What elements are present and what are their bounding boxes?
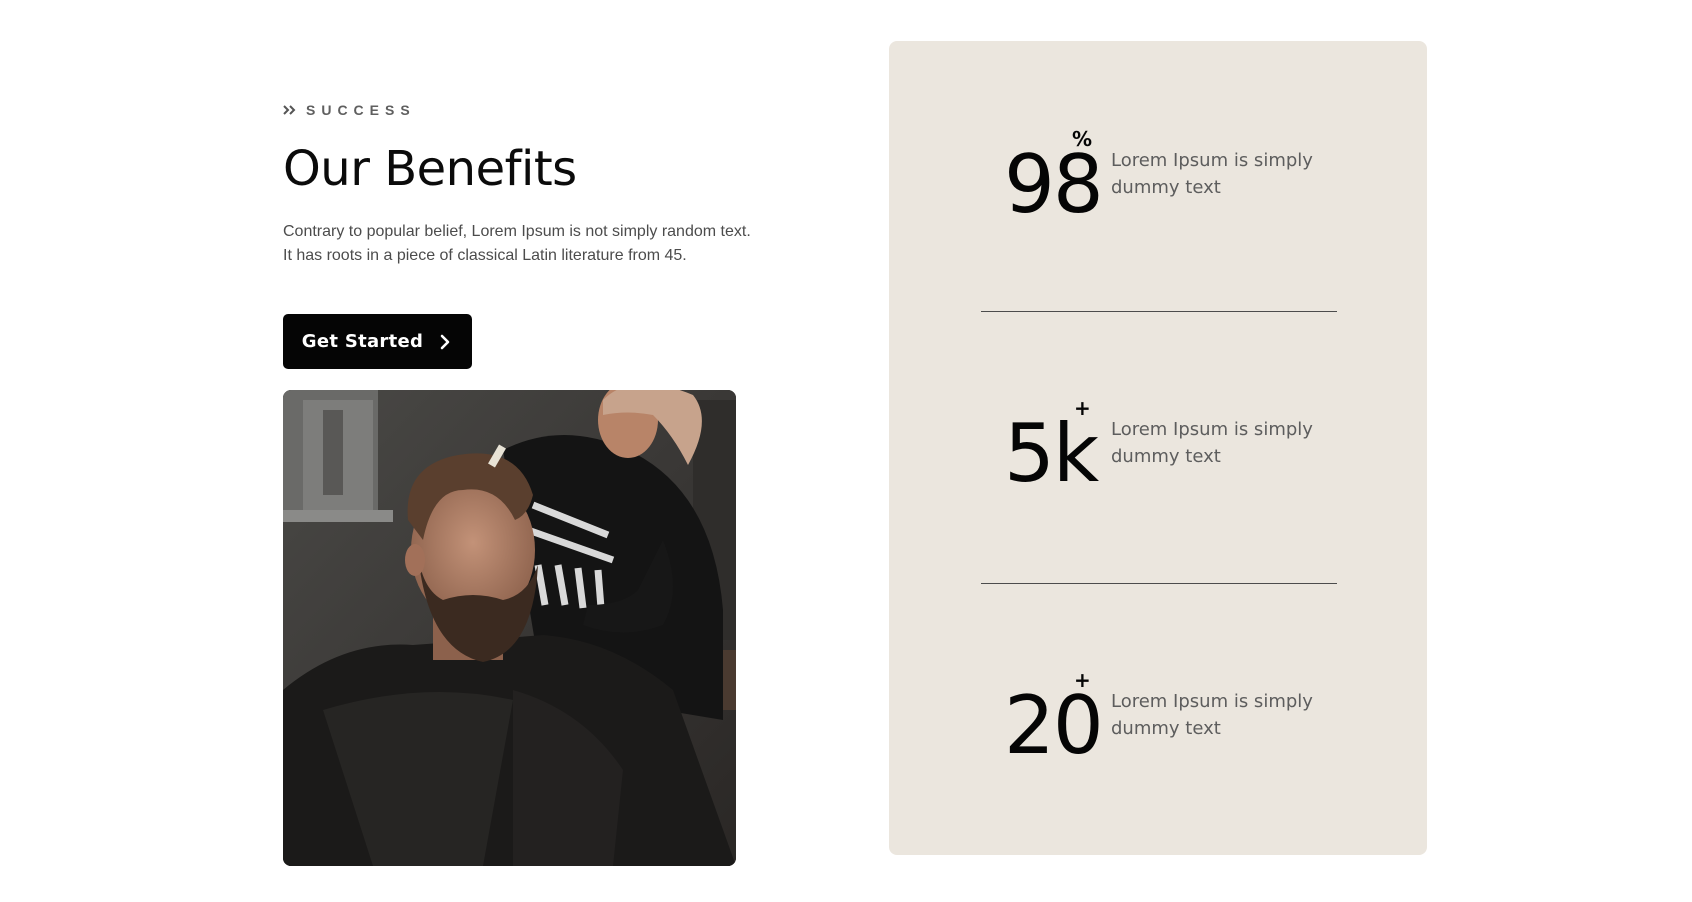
stat-value: 20 — [1004, 679, 1104, 772]
eyebrow: SUCCESS — [283, 98, 763, 122]
divider — [981, 583, 1337, 584]
double-chevron-right-icon — [283, 103, 297, 117]
stat-value: 5k — [1004, 407, 1099, 500]
divider — [981, 311, 1337, 312]
section-title: Our Benefits — [283, 141, 577, 197]
stat-suffix: + — [1074, 396, 1091, 420]
get-started-button[interactable]: Get Started — [283, 314, 472, 370]
stats-panel: 98 % Lorem Ipsum is simply dummy text 5k… — [889, 41, 1427, 855]
stat-item: 20 + Lorem Ipsum is simply dummy text — [1004, 668, 1334, 778]
barber-photo — [283, 390, 736, 866]
section-description: Contrary to popular belief, Lorem Ipsum … — [283, 223, 751, 265]
eyebrow-label: SUCCESS — [306, 102, 416, 118]
benefits-intro: SUCCESS Our Benefits Contrary to popular… — [283, 98, 763, 370]
chevron-right-icon — [437, 334, 453, 350]
stat-item: 98 % Lorem Ipsum is simply dummy text — [1004, 127, 1334, 237]
stat-suffix: + — [1074, 668, 1091, 692]
stat-suffix: % — [1072, 127, 1093, 151]
stat-description: Lorem Ipsum is simply dummy text — [1111, 419, 1313, 467]
stat-description: Lorem Ipsum is simply dummy text — [1111, 691, 1313, 739]
stat-description: Lorem Ipsum is simply dummy text — [1111, 150, 1313, 198]
stat-item: 5k + Lorem Ipsum is simply dummy text — [1004, 396, 1334, 506]
get-started-label: Get Started — [301, 331, 424, 353]
stat-value: 98 — [1004, 138, 1104, 231]
benefits-section: SUCCESS Our Benefits Contrary to popular… — [0, 0, 1692, 902]
